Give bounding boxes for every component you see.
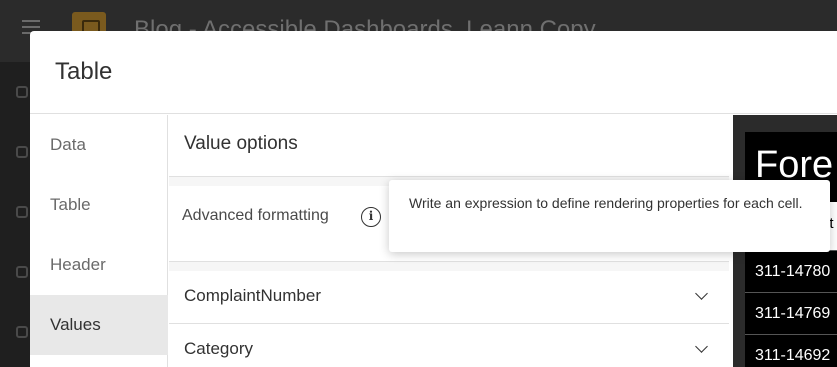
rail-icon[interactable] (16, 326, 28, 338)
preview-cell: 311-14780 (745, 250, 837, 292)
nav-item-header[interactable]: Header (30, 235, 168, 295)
advanced-formatting-label: Advanced formatting (182, 207, 329, 224)
app-left-rail (0, 62, 30, 367)
nav-item-values[interactable]: Values (30, 295, 168, 355)
field-row-complaintnumber[interactable]: ComplaintNumber (169, 271, 729, 322)
spacer-band (169, 262, 729, 271)
settings-side-nav: Data Table Header Values (30, 115, 168, 367)
advanced-formatting-tooltip: Write an expression to define rendering … (389, 180, 830, 252)
nav-item-table[interactable]: Table (30, 175, 168, 235)
modal-title: Table (55, 58, 113, 85)
section-title: Value options (184, 133, 298, 154)
rail-icon[interactable] (16, 86, 28, 98)
chevron-down-icon[interactable] (695, 340, 708, 353)
preview-cell: 311-14692 (745, 334, 837, 367)
field-row-category[interactable]: Category (169, 324, 729, 367)
rail-icon[interactable] (16, 146, 28, 158)
nav-item-data[interactable]: Data (30, 115, 168, 175)
field-label: Category (184, 339, 253, 358)
rail-icon[interactable] (16, 266, 28, 278)
info-icon[interactable]: i (361, 207, 381, 227)
preview-cell: 311-14769 (745, 292, 837, 334)
chevron-down-icon[interactable] (695, 287, 708, 300)
modal-header: Table (30, 31, 837, 114)
field-label: ComplaintNumber (184, 286, 321, 305)
rail-icon[interactable] (16, 206, 28, 218)
